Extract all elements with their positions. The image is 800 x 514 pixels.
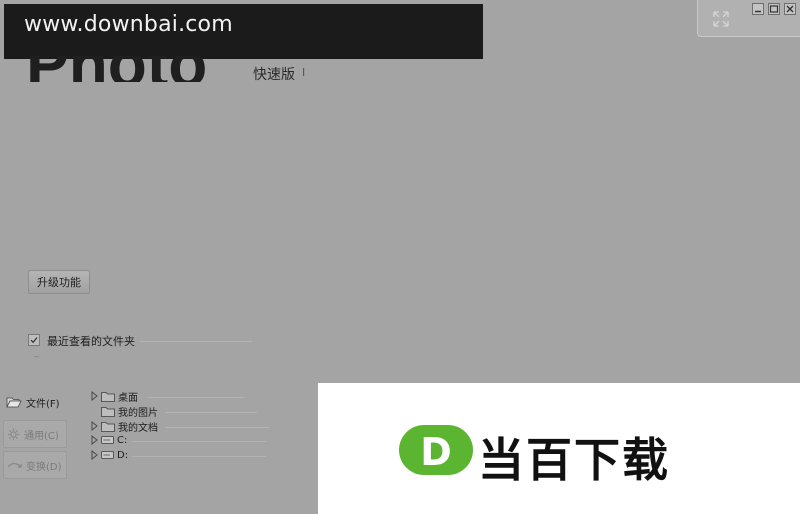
upgrade-button[interactable]: 升级功能 [28, 270, 90, 294]
tree-item-label: 我的图片 [118, 407, 158, 419]
close-button[interactable] [784, 3, 796, 15]
divider [165, 427, 269, 428]
watermark-logo: D [399, 425, 473, 475]
tree-item-desktop[interactable]: 桌面 [91, 389, 138, 404]
nav-file-label: 文件(F) [26, 398, 60, 410]
tree-item-my-documents[interactable]: 我的文档 [91, 419, 158, 434]
tree-item-my-pictures[interactable]: 我的图片 [101, 404, 158, 419]
divider [140, 341, 252, 342]
expand-arrow-icon[interactable] [91, 435, 98, 445]
expand-arrow-icon[interactable] [91, 391, 98, 401]
watermark-logo-letter: D [420, 430, 452, 474]
divider [148, 397, 244, 398]
tree-item-drive-d[interactable]: D: [91, 448, 128, 462]
nav-transform[interactable]: 变换(D) [3, 451, 67, 479]
edition-label: 快速版 [253, 67, 295, 83]
nav-general-label: 通用(C) [24, 430, 59, 442]
drive-icon [101, 436, 114, 444]
nav-general[interactable]: 通用(C) [3, 420, 67, 448]
tree-item-label: D: [117, 449, 129, 461]
app-logo: Photo [26, 56, 207, 82]
drive-icon [101, 451, 114, 459]
app-logo-text: Photo [26, 56, 207, 82]
tree-item-label: 我的文档 [118, 422, 158, 434]
expand-arrow-icon[interactable] [91, 421, 98, 431]
watermark-url: www.downbai.com [24, 12, 233, 37]
fullscreen-icon[interactable] [712, 10, 730, 28]
folder-icon [101, 421, 115, 432]
tree-item-drive-c[interactable]: C: [91, 433, 127, 447]
transform-icon [7, 462, 22, 468]
recent-folders-checkbox[interactable] [28, 334, 40, 346]
divider [165, 412, 257, 413]
folder-icon [101, 406, 115, 417]
divider [132, 456, 266, 457]
gear-icon [7, 428, 20, 440]
folder-open-icon [6, 397, 22, 408]
edition-mark: I [302, 66, 306, 79]
expand-arrow-icon[interactable] [91, 450, 98, 460]
maximize-button[interactable] [768, 3, 780, 15]
divider [132, 441, 266, 442]
tree-item-label: C: [117, 434, 128, 446]
minimize-button[interactable] [752, 3, 764, 15]
window-controls [697, 0, 800, 37]
tree-item-label: 桌面 [118, 392, 138, 404]
nav-transform-label: 变换(D) [26, 461, 62, 473]
recent-folders-label: 最近查看的文件夹 [47, 335, 135, 348]
nav-file[interactable]: 文件(F) [3, 388, 67, 416]
watermark-brand-text: 当百下载 [478, 433, 670, 487]
folder-icon [101, 391, 115, 402]
divider [34, 356, 39, 357]
